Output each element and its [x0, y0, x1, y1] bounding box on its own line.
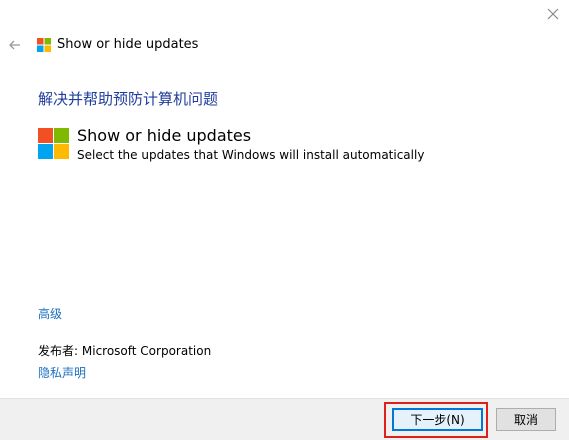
publisher-value: Microsoft Corporation [81, 344, 212, 358]
next-button[interactable]: 下一步(N) [392, 408, 483, 431]
footer-bar: 下一步(N) 取消 [0, 398, 569, 440]
publisher-label: 发布者: [38, 344, 79, 358]
window-title: Show or hide updates [57, 37, 199, 52]
advanced-link[interactable]: 高级 [38, 305, 62, 322]
cancel-button[interactable]: 取消 [496, 408, 556, 431]
troubleshooter-name: Show or hide updates [77, 126, 252, 145]
windows-logo-icon [37, 38, 51, 52]
close-icon[interactable] [545, 6, 561, 22]
windows-logo-icon [38, 128, 69, 159]
page-heading: 解决并帮助预防计算机问题 [38, 90, 219, 108]
troubleshooter-description: Select the updates that Windows will ins… [77, 148, 425, 162]
back-arrow-icon[interactable] [8, 38, 22, 52]
privacy-statement-link[interactable]: 隐私声明 [38, 364, 86, 381]
title-bar: Show or hide updates [0, 37, 569, 54]
troubleshooter-window: Show or hide updates 解决并帮助预防计算机问题 Show o… [0, 0, 569, 440]
publisher-info: 发布者: Microsoft Corporation [38, 342, 211, 359]
